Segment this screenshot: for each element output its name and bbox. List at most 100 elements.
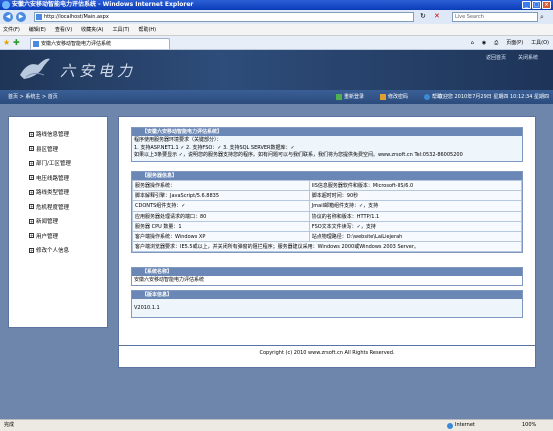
intro-line: 程序使用服务器环境要求（关键部分）：	[134, 137, 222, 143]
sidebar-item-news[interactable]: + 新闻管理	[9, 214, 107, 229]
close-button[interactable]: ×	[542, 1, 551, 9]
table-cell: 客户端操作系统：Windows XP	[132, 230, 310, 243]
expand-icon: +	[29, 131, 34, 137]
sidebar-item-users[interactable]: + 用户管理	[9, 229, 107, 244]
menu-bar: 文件(F) 编辑(E) 查看(V) 收藏夹(A) 工具(T) 帮助(H)	[0, 24, 553, 36]
browser-tab[interactable]: 安徽六安移动智能电力评估系统	[30, 38, 170, 49]
feeds-icon[interactable]: ◉	[482, 38, 486, 48]
favorites-star-icon[interactable]: ★	[3, 38, 10, 47]
tools-menu[interactable]: 工具(O)	[531, 38, 549, 48]
maximize-button[interactable]: □	[532, 1, 541, 9]
version-box: 【版本信息】 V2010.1.1	[131, 290, 523, 318]
table-cell: 站点物理路径：D:\website\LaiLiejerah	[308, 230, 523, 243]
home-link[interactable]: 返回首页	[486, 54, 506, 61]
address-url: http://localhost/Main.aspx	[44, 14, 109, 20]
about-title: 【系统名称】	[132, 268, 522, 276]
intro-line: 1. 支持ASP.NET1.1 ✓ 2. 支持FSO：✓ 3. 支持SQL SE…	[134, 144, 295, 151]
relogin-icon	[336, 93, 342, 100]
sidebar-item-profile[interactable]: + 修改个人信息	[9, 243, 107, 258]
sidebar-item-label: 电压线路管理	[36, 175, 70, 182]
globe-icon	[447, 422, 453, 429]
search-icon[interactable]: ⌕	[540, 13, 544, 22]
page-menu[interactable]: 页面(P)	[506, 38, 523, 48]
table-cell: 协议的名称和版本：HTTP/1.1	[308, 210, 523, 222]
breadcrumb-bar: 首页 > 系统主 > 首页 重新登录 修改密码 帮助 欢迎您 2010年7月29…	[0, 90, 553, 104]
main-panel: 【安徽六安移动智能电力评估系统】 程序使用服务器环境要求（关键部分）： 1. 支…	[118, 116, 536, 346]
menu-edit[interactable]: 编辑(E)	[29, 26, 46, 33]
table-cell: 脚本超时时间：90秒	[308, 190, 523, 202]
zoom-level[interactable]: 100%	[522, 420, 536, 431]
table-row: CDONTS组件支持：✓ Jmail邮箱组件支持：✓，支持	[132, 200, 523, 212]
about-box: 【系统名称】 安徽六安移动智能电力评估系统	[131, 267, 523, 286]
sidebar-item-route-info[interactable]: + 路线信息管理	[9, 127, 107, 142]
home-icon[interactable]: ⌂	[471, 38, 474, 48]
relogin-action[interactable]: 重新登录	[336, 90, 364, 104]
tab-bar: ★ ✚ 安徽六安移动智能电力评估系统 ⌂ ◉ ⎙ 页面(P) 工具(O)	[0, 36, 553, 50]
expand-icon: +	[29, 189, 34, 195]
sidebar-item-route-type[interactable]: + 路线类型管理	[9, 185, 107, 200]
zone-label: Internet	[455, 422, 475, 428]
site-logo-text: 六安电力	[60, 62, 137, 80]
table-cell: IIS信息服务器软件和版本：Microsoft-IIS/6.0	[308, 179, 523, 192]
expand-icon: +	[29, 146, 34, 152]
table-row: 客户端操作系统：Windows XP 站点物理路径：D:\website\LaiL…	[132, 230, 523, 243]
sidebar-item-label: 县区管理	[36, 146, 59, 153]
key-icon	[380, 93, 387, 100]
security-zone: Internet	[447, 420, 475, 431]
sidebar-item-danger-level[interactable]: + 危机程度管理	[9, 200, 107, 215]
intro-body: 程序使用服务器环境要求（关键部分）： 1. 支持ASP.NET1.1 ✓ 2. …	[132, 136, 522, 161]
intro-line: 如果以上3条要显示 ✓，说明您的服务器支持您的程序。如有问题可以与我们联系，我们…	[134, 152, 463, 158]
page-icon	[36, 14, 42, 20]
minimize-button[interactable]: _	[522, 1, 531, 9]
expand-icon: +	[29, 160, 34, 166]
change-password-label: 修改密码	[388, 94, 409, 100]
back-icon[interactable]: ◀	[3, 12, 13, 22]
change-password-action[interactable]: 修改密码	[380, 90, 408, 104]
ie-logo-icon	[2, 1, 10, 9]
window-title: 安徽六安移动智能电力评估系统 - Windows Internet Explor…	[12, 1, 194, 8]
table-cell: 服务器 CPU 数量：1	[132, 220, 310, 232]
sidebar-item-label: 路线信息管理	[36, 132, 70, 139]
table-row: 服务器 CPU 数量：1 FSO文本文件读写：✓，支持	[132, 220, 523, 232]
menu-help[interactable]: 帮助(H)	[138, 26, 156, 33]
menu-file[interactable]: 文件(F)	[3, 26, 20, 33]
tab-title: 安徽六安移动智能电力评估系统	[41, 41, 112, 47]
forward-icon[interactable]: ▶	[16, 12, 26, 22]
copyright-text: Copyright (c) 2010 www.zrsoft.cn All Rig…	[259, 350, 395, 356]
table-cell: 客户端浏览器要求：IE5.5或以上，并关闭所有弹窗的阻拦程序；服务器建议采用：W…	[132, 241, 522, 253]
about-text: 安徽六安移动智能电力评估系统	[132, 276, 522, 285]
print-icon[interactable]: ⎙	[494, 38, 498, 48]
status-text: 完成	[4, 422, 15, 428]
table-row: 客户端浏览器要求：IE5.5或以上，并关闭所有弹窗的阻拦程序；服务器建议采用：W…	[132, 241, 522, 253]
close-system-link[interactable]: 关闭系统	[518, 54, 538, 61]
bird-logo-icon	[20, 58, 50, 79]
menu-favorites[interactable]: 收藏夹(A)	[81, 26, 103, 33]
breadcrumb: 首页 > 系统主 > 首页	[8, 94, 58, 100]
table-cell: 服务器操作系统：	[132, 179, 310, 192]
menu-tools[interactable]: 工具(T)	[113, 26, 130, 33]
menu-view[interactable]: 查看(V)	[55, 26, 72, 33]
search-input[interactable]: Live Search	[452, 12, 538, 22]
sidebar-item-label: 新闻管理	[36, 219, 59, 226]
stop-icon[interactable]: ✕	[434, 12, 440, 20]
address-input[interactable]: http://localhost/Main.aspx	[34, 12, 414, 22]
web-page: 六安电力 返回首页 关闭系统 首页 > 系统主 > 首页 重新登录 修改密码 帮…	[0, 50, 553, 419]
sidebar-item-department[interactable]: + 部门/工区管理	[9, 156, 107, 171]
sidebar-item-county[interactable]: + 县区管理	[9, 142, 107, 157]
add-favorite-icon[interactable]: ✚	[13, 38, 20, 47]
refresh-icon[interactable]: ↻	[420, 12, 426, 20]
site-header: 六安电力 返回首页 关闭系统	[0, 50, 553, 90]
intro-title: 【安徽六安移动智能电力评估系统】	[132, 128, 522, 136]
expand-icon: +	[29, 175, 34, 181]
table-cell: 脚本解释引擎：JavaScript/5.6.8835	[132, 190, 310, 202]
relogin-label: 重新登录	[344, 94, 365, 100]
address-toolbar: ◀ ▶ http://localhost/Main.aspx ↻ ✕ Live …	[0, 10, 553, 24]
sidebar-item-voltage-line[interactable]: + 电压线路管理	[9, 171, 107, 186]
expand-icon: +	[29, 247, 34, 253]
server-info-table: 服务器操作系统： IIS信息服务器软件和版本：Microsoft-IIS/6.0 …	[132, 179, 523, 253]
table-cell: CDONTS组件支持：✓	[132, 200, 310, 212]
table-cell: 应用服务器处理请求的端口：80	[132, 210, 310, 222]
sidebar-menu: + 路线信息管理 + 县区管理 + 部门/工区管理 + 电压线路管理 + 路线类型管理 +…	[8, 116, 108, 328]
expand-icon: +	[29, 218, 34, 224]
table-row: 应用服务器处理请求的端口：80 协议的名称和版本：HTTP/1.1	[132, 210, 523, 222]
